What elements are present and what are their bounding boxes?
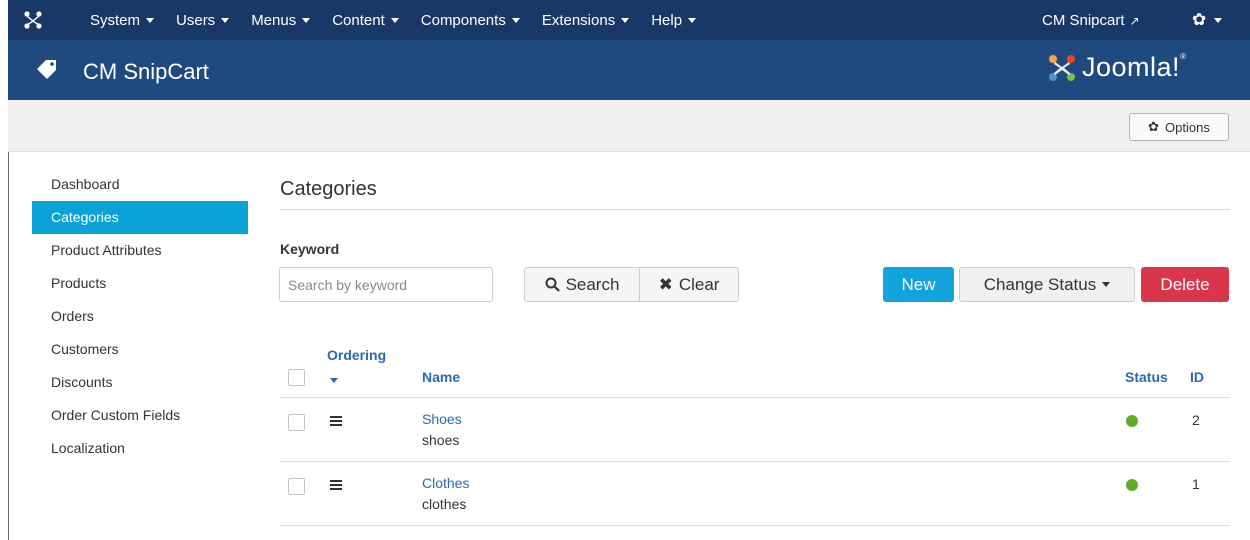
title-divider [280, 209, 1230, 210]
search-button-label: Search [565, 274, 620, 294]
category-name-link[interactable]: Shoes [422, 411, 462, 427]
change-status-label: Change Status [983, 274, 1097, 294]
sidebar-item-customers[interactable]: Customers [32, 333, 248, 366]
caret-down-icon [1102, 282, 1111, 287]
registered-mark: ® [1180, 52, 1187, 61]
row-divider [280, 525, 1230, 526]
sidebar-item-orders[interactable]: Orders [32, 300, 248, 333]
tag-icon [37, 60, 56, 79]
menu-menus[interactable]: Menus [251, 11, 311, 29]
component-title: CM SnipCart [83, 59, 209, 84]
new-button-label: New [901, 274, 936, 294]
caret-down-icon [688, 18, 697, 24]
category-name-link[interactable]: Clothes [422, 475, 469, 491]
menu-content-label: Content [332, 11, 385, 29]
caret-down-icon [511, 18, 520, 24]
caret-down-icon [302, 18, 311, 24]
drag-handle-icon[interactable] [330, 416, 342, 428]
column-header-name[interactable]: Name [422, 369, 460, 385]
menu-help-label: Help [651, 11, 683, 29]
joomla-icon[interactable] [24, 11, 42, 29]
sidebar-item-products[interactable]: Products [32, 267, 248, 300]
menu-users-label: Users [176, 11, 216, 29]
sidebar-item-categories[interactable]: Categories [32, 201, 248, 234]
joomla-logo-icon [1049, 54, 1075, 81]
clear-button-label: Clear [678, 274, 720, 294]
caret-down-icon [1214, 18, 1223, 24]
select-all-checkbox[interactable] [288, 369, 305, 386]
sort-caret-icon[interactable] [330, 378, 338, 383]
row-divider [280, 461, 1230, 462]
menu-system[interactable]: System [90, 11, 155, 29]
caret-down-icon [621, 18, 630, 24]
menu-extensions-label: Extensions [541, 11, 616, 29]
delete-button[interactable]: Delete [1141, 267, 1229, 302]
joomla-logo: Joomla!® [1048, 52, 1186, 83]
category-alias: clothes [422, 496, 467, 512]
settings-menu[interactable]: ✿ [1192, 10, 1223, 30]
new-button[interactable]: New [883, 267, 954, 302]
gear-icon: ✿ [1192, 10, 1207, 29]
content-border [8, 152, 9, 540]
delete-button-label: Delete [1160, 274, 1210, 294]
main-menu: System Users Menus Content Components Ex… [90, 0, 718, 40]
row-checkbox[interactable] [288, 478, 305, 495]
page-title: Categories [280, 178, 377, 200]
menu-content[interactable]: Content [332, 12, 399, 29]
menu-users[interactable]: Users [176, 11, 230, 29]
close-icon: ✖ [658, 274, 673, 294]
sidebar-item-order-custom-fields[interactable]: Order Custom Fields [32, 399, 248, 432]
joomla-wordmark-text: Joomla [1082, 52, 1173, 82]
clear-button[interactable]: ✖ Clear [639, 267, 739, 302]
sidebar-item-discounts[interactable]: Discounts [32, 366, 248, 399]
caret-down-icon [221, 18, 230, 24]
site-link-label: CM Snipcart [1042, 12, 1125, 29]
menu-components-label: Components [420, 11, 506, 29]
search-button[interactable]: Search [524, 267, 640, 302]
joomla-wordmark-mark: ! [1172, 52, 1181, 82]
search-icon [545, 277, 560, 292]
joomla-wordmark: Joomla!® [1082, 52, 1186, 83]
external-link-icon: ↗ [1129, 14, 1140, 28]
row-checkbox[interactable] [288, 414, 305, 431]
menu-menus-label: Menus [251, 11, 297, 29]
row-divider [280, 397, 1230, 398]
published-status-icon[interactable] [1126, 479, 1138, 491]
menu-extensions[interactable]: Extensions [541, 11, 630, 29]
component-header: CM SnipCart Joomla!® [8, 40, 1250, 100]
search-input[interactable] [279, 267, 493, 302]
toolbar: ✿ Options [8, 100, 1250, 152]
sidebar: Dashboard Categories Product Attributes … [32, 168, 248, 465]
category-alias: shoes [422, 432, 460, 448]
category-id: 2 [1192, 412, 1200, 428]
menu-components[interactable]: Components [421, 12, 520, 29]
column-header-ordering[interactable]: Ordering [327, 347, 386, 363]
options-button[interactable]: ✿ Options [1129, 113, 1229, 141]
sidebar-item-localization[interactable]: Localization [32, 432, 248, 465]
options-label: Options [1165, 119, 1210, 135]
sidebar-item-product-attributes[interactable]: Product Attributes [32, 234, 248, 267]
category-id: 1 [1192, 476, 1200, 492]
column-header-status[interactable]: Status [1125, 369, 1168, 385]
site-link[interactable]: CM Snipcart ↗ [1042, 12, 1140, 29]
drag-handle-icon[interactable] [330, 480, 342, 492]
top-navbar: System Users Menus Content Components Ex… [8, 0, 1250, 40]
published-status-icon[interactable] [1126, 415, 1138, 427]
gear-icon: ✿ [1148, 119, 1160, 134]
keyword-label: Keyword [280, 241, 340, 257]
column-header-id[interactable]: ID [1190, 369, 1204, 385]
menu-help[interactable]: Help [651, 11, 697, 29]
caret-down-icon [390, 18, 399, 24]
change-status-button[interactable]: Change Status [959, 267, 1135, 302]
sidebar-item-dashboard[interactable]: Dashboard [32, 168, 248, 201]
menu-system-label: System [90, 11, 141, 29]
caret-down-icon [146, 18, 155, 24]
